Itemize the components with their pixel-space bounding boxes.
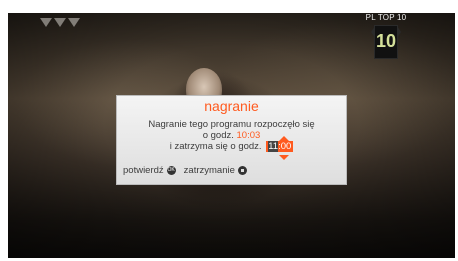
end-time-hour-selected[interactable]: 11 — [268, 141, 279, 152]
top10-label: PL TOP 10 — [365, 13, 407, 22]
end-time-minutes[interactable]: :00 — [278, 141, 291, 152]
top10-ribbon: 10 — [371, 25, 401, 59]
end-time-prefix: i zatrzyma się o godz. — [169, 141, 262, 152]
ok-button-icon: OK — [166, 166, 176, 175]
recording-dialog: nagranie Nagranie tego programu rozpoczę… — [116, 95, 347, 185]
confirm-label: potwierdź — [123, 165, 164, 176]
dialog-message-line3: i zatrzyma się o godz. 11:00 — [117, 141, 346, 152]
stop-button-icon — [237, 166, 247, 175]
top10-badge: PL TOP 10 10 — [361, 13, 411, 59]
stop-button[interactable]: zatrzymanie — [184, 165, 247, 176]
dialog-message-line2: o godz. 10:03 — [117, 130, 346, 141]
dialog-title: nagranie — [204, 98, 259, 114]
channel-logo — [40, 18, 80, 27]
dialog-actions: potwierdź OK zatrzymanie — [123, 165, 247, 176]
end-time-input[interactable]: 11:00 — [266, 141, 294, 152]
confirm-button[interactable]: potwierdź OK — [123, 165, 176, 176]
tv-screen: PL TOP 10 10 nagranie Nagranie tego prog… — [0, 0, 458, 261]
start-time-prefix: o godz. — [202, 130, 234, 141]
top10-number: 10 — [375, 31, 397, 51]
time-decrease-arrow-icon[interactable] — [279, 155, 289, 160]
time-increase-arrow-icon[interactable] — [279, 136, 289, 141]
dialog-message-line1: Nagranie tego programu rozpoczęło się — [148, 119, 315, 130]
start-time: 10:03 — [236, 130, 261, 141]
stop-label: zatrzymanie — [183, 165, 235, 176]
